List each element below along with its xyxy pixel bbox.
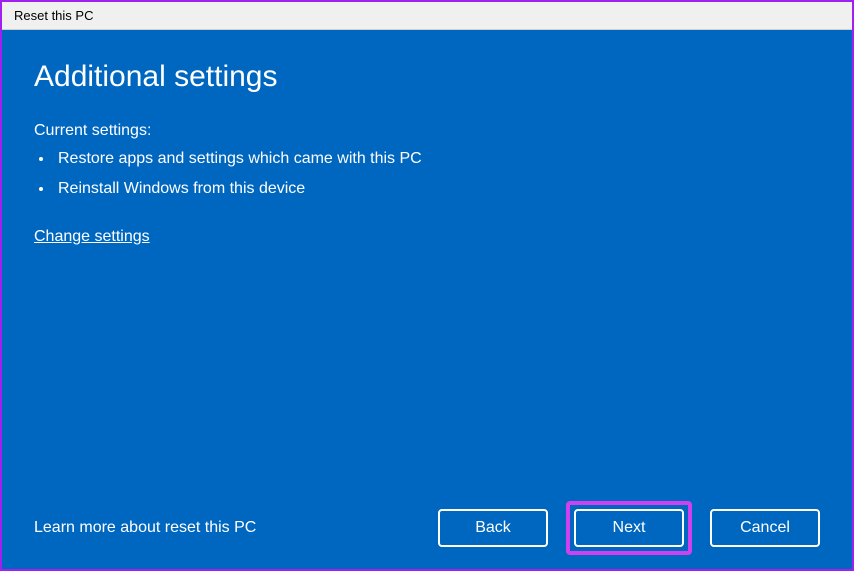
footer: Learn more about reset this PC Back Next… [34, 509, 820, 547]
back-button[interactable]: Back [438, 509, 548, 547]
button-row: Back Next Cancel [438, 509, 820, 547]
learn-more-link[interactable]: Learn more about reset this PC [34, 519, 256, 537]
current-settings-label: Current settings: [34, 122, 820, 140]
page-heading: Additional settings [34, 60, 820, 94]
cancel-button[interactable]: Cancel [710, 509, 820, 547]
highlight-annotation: Next [566, 501, 692, 555]
settings-list: Restore apps and settings which came wit… [34, 150, 820, 210]
list-item: Restore apps and settings which came wit… [54, 150, 820, 168]
reset-pc-window: Reset this PC Additional settings Curren… [0, 0, 854, 571]
change-settings-link[interactable]: Change settings [34, 228, 820, 246]
window-title: Reset this PC [14, 8, 93, 23]
titlebar: Reset this PC [2, 2, 852, 30]
list-item: Reinstall Windows from this device [54, 180, 820, 198]
next-button[interactable]: Next [574, 509, 684, 547]
content-area: Additional settings Current settings: Re… [2, 30, 852, 569]
